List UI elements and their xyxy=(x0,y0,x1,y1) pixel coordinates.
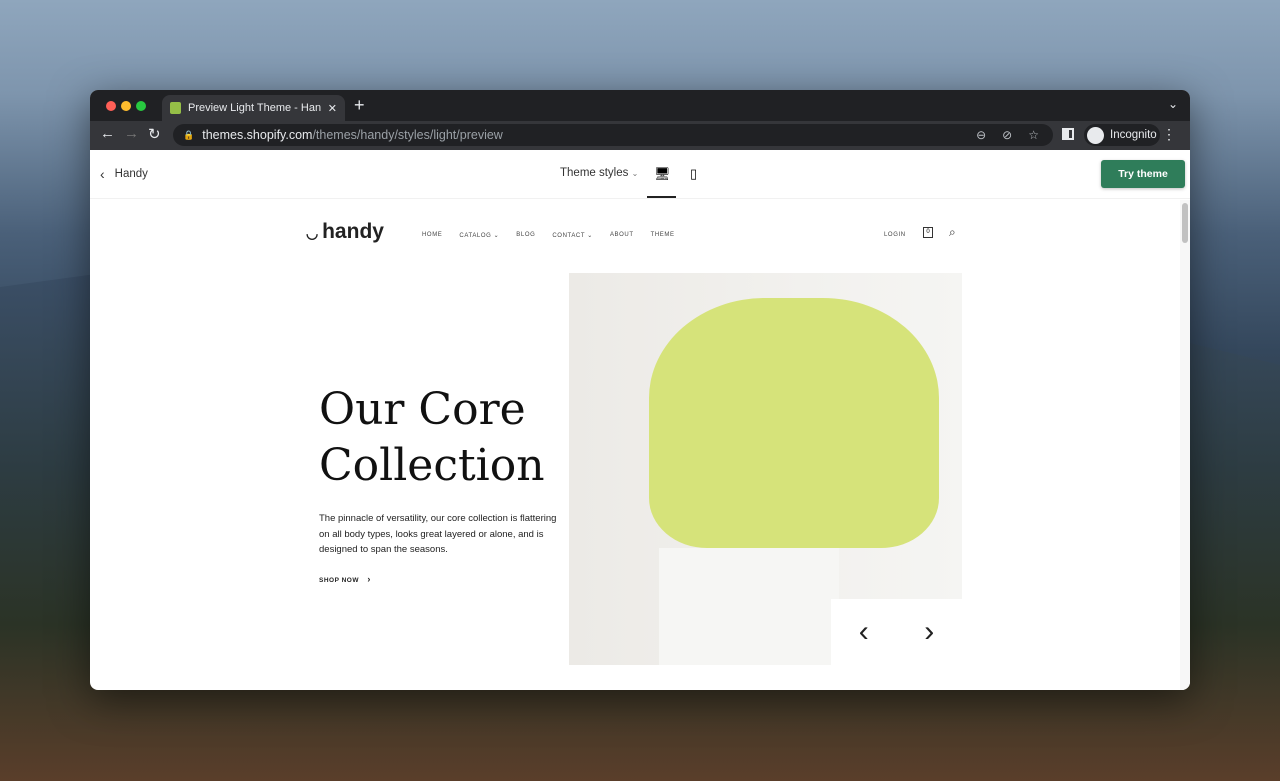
hero-title: Our Core Collection xyxy=(319,384,545,491)
mobile-view-icon[interactable]: ▯ xyxy=(690,166,697,182)
more-menu-icon[interactable]: ⋮ xyxy=(1162,126,1176,143)
reload-icon[interactable]: ↻ xyxy=(148,125,161,143)
browser-window: Preview Light Theme - Handy ✕ + ⌄ ← → ↻ … xyxy=(90,90,1190,690)
new-tab-button[interactable]: + xyxy=(354,95,365,116)
profile-button[interactable]: Incognito xyxy=(1084,124,1160,146)
side-panel-icon[interactable] xyxy=(1062,128,1074,140)
url-input[interactable]: 🔒 themes.shopify.com/themes/handy/styles… xyxy=(173,124,1053,146)
url-path: /themes/handy/styles/light/preview xyxy=(312,128,503,142)
search-icon[interactable]: ⌕ xyxy=(949,225,956,240)
maximize-window-button[interactable] xyxy=(136,101,146,111)
theme-preview: ◡ handy HOME CATALOG ⌄ BLOG CONTACT ⌄ AB… xyxy=(90,200,1180,690)
chevron-left-icon: ‹ xyxy=(100,166,105,182)
store-nav: HOME CATALOG ⌄ BLOG CONTACT ⌄ ABOUT THEM… xyxy=(422,232,675,239)
cart-bag-icon[interactable]: 0 xyxy=(923,227,933,238)
store-logo[interactable]: ◡ handy xyxy=(306,220,384,244)
shop-now-link[interactable]: SHOP NOW › xyxy=(319,574,371,584)
chevron-down-icon: ⌄ xyxy=(631,169,639,178)
theme-styles-label: Theme styles xyxy=(560,167,629,179)
nav-catalog[interactable]: CATALOG ⌄ xyxy=(459,232,499,239)
zoom-out-icon[interactable]: ⊖ xyxy=(976,128,986,142)
back-label: Handy xyxy=(114,168,148,180)
active-view-indicator xyxy=(647,196,676,198)
login-link[interactable]: LOGIN xyxy=(884,232,906,238)
next-slide-icon[interactable]: › xyxy=(924,615,934,649)
nav-contact-label: CONTACT xyxy=(552,233,586,239)
nav-catalog-label: CATALOG xyxy=(459,233,492,239)
hero-description: The pinnacle of versatility, our core co… xyxy=(319,513,557,555)
minimize-window-button[interactable] xyxy=(121,101,131,111)
slider-controls: ‹ › xyxy=(831,599,962,665)
nav-contact[interactable]: CONTACT ⌄ xyxy=(552,232,593,239)
scrollbar-thumb[interactable] xyxy=(1182,203,1188,243)
chevron-right-icon: › xyxy=(367,574,371,584)
star-icon[interactable]: ☆ xyxy=(1028,128,1039,142)
lock-icon: 🔒 xyxy=(183,129,195,140)
profile-label: Incognito xyxy=(1110,129,1157,141)
try-theme-button[interactable]: Try theme xyxy=(1101,160,1185,188)
url-host: themes.shopify.com xyxy=(202,128,313,142)
close-tab-icon[interactable]: ✕ xyxy=(328,102,337,115)
forward-arrow-icon[interactable]: → xyxy=(124,125,139,142)
incognito-icon xyxy=(1087,126,1104,144)
desktop-view-icon[interactable]: 🖥 xyxy=(654,166,671,182)
shopify-favicon-icon xyxy=(170,102,181,114)
eye-off-icon[interactable]: ⊘ xyxy=(1002,128,1012,142)
tab-search-chevron-icon[interactable]: ⌄ xyxy=(1168,97,1178,111)
scrollbar[interactable] xyxy=(1180,200,1190,690)
logo-text: handy xyxy=(322,220,384,243)
theme-styles-dropdown[interactable]: Theme styles ⌄ xyxy=(560,167,638,179)
back-to-theme-link[interactable]: ‹ Handy xyxy=(100,166,148,182)
nav-blog[interactable]: BLOG xyxy=(516,232,535,239)
address-bar-row: ← → ↻ 🔒 themes.shopify.com/themes/handy/… xyxy=(90,121,1190,150)
close-window-button[interactable] xyxy=(106,101,116,111)
preview-toolbar: ‹ Handy Theme styles ⌄ 🖥 ▯ Try theme xyxy=(90,150,1190,199)
shop-now-label: SHOP NOW xyxy=(319,577,359,584)
tab-bar: Preview Light Theme - Handy ✕ + ⌄ xyxy=(90,90,1190,121)
previous-slide-icon[interactable]: ‹ xyxy=(859,615,869,649)
back-arrow-icon[interactable]: ← xyxy=(100,125,115,142)
nav-about[interactable]: ABOUT xyxy=(610,232,634,239)
browser-tab[interactable]: Preview Light Theme - Handy ✕ xyxy=(162,95,345,121)
nav-home[interactable]: HOME xyxy=(422,232,442,239)
nav-theme[interactable]: THEME xyxy=(651,232,675,239)
tab-title: Preview Light Theme - Handy xyxy=(188,102,321,114)
